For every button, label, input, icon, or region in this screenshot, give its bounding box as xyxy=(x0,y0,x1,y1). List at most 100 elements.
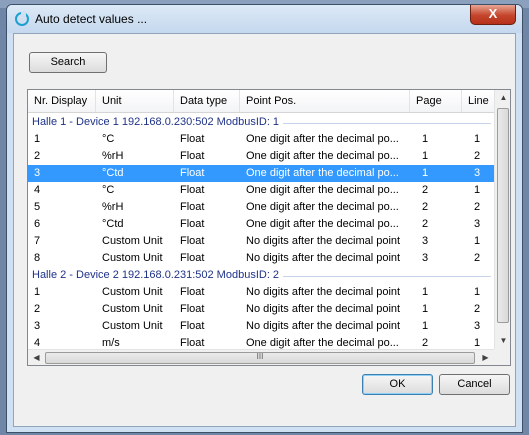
list-header: Nr. Display Unit Data type Point Pos. Pa… xyxy=(28,90,495,113)
cell-data-type: Float xyxy=(180,218,205,230)
cell-data-type: Float xyxy=(180,252,205,264)
cell-page: 1 xyxy=(422,286,429,298)
cell-data-type: Float xyxy=(180,286,205,298)
cell-nr-display: 8 xyxy=(34,252,41,264)
values-list[interactable]: Nr. Display Unit Data type Point Pos. Pa… xyxy=(27,89,511,366)
list-rows: Halle 1 - Device 1 192.168.0.230:502 Mod… xyxy=(28,114,495,352)
table-row[interactable]: 3 Custom Unit Float No digits after the dec… xyxy=(28,318,495,335)
cell-unit: Custom Unit xyxy=(102,252,163,264)
cell-page: 2 xyxy=(422,184,429,196)
cell-page: 1 xyxy=(422,133,429,145)
auto-detect-dialog: Auto detect values ... X Search Nr. Disp… xyxy=(6,4,523,433)
cell-unit: Custom Unit xyxy=(102,303,163,315)
cancel-button[interactable]: Cancel xyxy=(439,374,510,395)
cell-unit: °Ctd xyxy=(102,218,124,230)
cell-line: 3 xyxy=(474,218,481,230)
cell-unit: Custom Unit xyxy=(102,320,163,332)
cell-page: 1 xyxy=(422,320,429,332)
window-title: Auto detect values ... xyxy=(35,12,148,26)
cell-unit: Custom Unit xyxy=(102,235,163,247)
scrollbar-corner xyxy=(494,349,510,365)
cell-unit: °C xyxy=(102,133,115,145)
cell-line: 1 xyxy=(474,235,481,247)
close-button[interactable]: X xyxy=(470,5,516,25)
table-row[interactable]: 2 Custom Unit Float No digits after the dec… xyxy=(28,301,495,318)
column-header-point-pos[interactable]: Point Pos. xyxy=(240,90,410,112)
cell-unit: °Ctd xyxy=(102,167,124,179)
cell-line: 2 xyxy=(474,150,481,162)
cell-unit: %rH xyxy=(102,150,124,162)
column-header-nr-display[interactable]: Nr. Display xyxy=(28,90,96,112)
ok-button[interactable]: OK xyxy=(362,374,433,395)
cell-nr-display: 3 xyxy=(34,320,41,332)
dialog-client-area: Search Nr. Display Unit Data type Point … xyxy=(13,33,516,427)
cell-unit: Custom Unit xyxy=(102,286,163,298)
scroll-left-icon[interactable]: ◀ xyxy=(28,353,45,362)
cell-point-pos: One digit after the decimal po... xyxy=(246,218,399,230)
table-row[interactable]: 1 °C Float One digit after the decimal po..… xyxy=(28,131,495,148)
group-header[interactable]: Halle 1 - Device 1 192.168.0.230:502 Mod… xyxy=(28,114,495,131)
cell-point-pos: One digit after the decimal po... xyxy=(246,150,399,162)
search-button[interactable]: Search xyxy=(29,52,107,73)
title-bar[interactable]: Auto detect values ... X xyxy=(7,5,522,33)
group-label: Halle 1 - Device 1 192.168.0.230:502 Mod… xyxy=(32,116,284,128)
cell-line: 1 xyxy=(474,184,481,196)
app-icon xyxy=(15,11,29,26)
table-row[interactable]: 8 Custom Unit Float No digits after the dec… xyxy=(28,250,495,267)
vertical-scroll-thumb[interactable] xyxy=(497,108,509,323)
cell-data-type: Float xyxy=(180,167,205,179)
scroll-down-icon[interactable]: ▼ xyxy=(495,336,510,345)
table-row[interactable]: 4 °C Float One digit after the decimal po..… xyxy=(28,182,495,199)
cell-line: 2 xyxy=(474,252,481,264)
cell-page: 2 xyxy=(422,218,429,230)
table-row[interactable]: 2 %rH Float One digit after the decimal po.… xyxy=(28,148,495,165)
cell-point-pos: No digits after the decimal point xyxy=(246,252,401,264)
cell-nr-display: 5 xyxy=(34,201,41,213)
scroll-up-icon[interactable]: ▲ xyxy=(495,93,510,102)
cell-line: 2 xyxy=(474,201,481,213)
cell-nr-display: 6 xyxy=(34,218,41,230)
cell-data-type: Float xyxy=(180,303,205,315)
cell-nr-display: 7 xyxy=(34,235,41,247)
cell-data-type: Float xyxy=(180,320,205,332)
cell-unit: %rH xyxy=(102,201,124,213)
cell-line: 3 xyxy=(474,320,481,332)
cell-data-type: Float xyxy=(180,133,205,145)
cell-line: 1 xyxy=(474,286,481,298)
table-row[interactable]: 5 %rH Float One digit after the decimal po.… xyxy=(28,199,495,216)
column-header-page[interactable]: Page xyxy=(410,90,462,112)
cell-nr-display: 4 xyxy=(34,184,41,196)
column-header-data-type[interactable]: Data type xyxy=(174,90,240,112)
cell-page: 3 xyxy=(422,235,429,247)
horizontal-scroll-thumb[interactable]: III xyxy=(45,352,475,364)
cell-page: 1 xyxy=(422,303,429,315)
cell-page: 2 xyxy=(422,201,429,213)
cell-page: 3 xyxy=(422,252,429,264)
cell-line: 2 xyxy=(474,303,481,315)
cell-unit: °C xyxy=(102,184,115,196)
table-row[interactable]: 6 °Ctd Float One digit after the decimal po… xyxy=(28,216,495,233)
scroll-right-icon[interactable]: ▶ xyxy=(477,353,494,362)
cell-point-pos: No digits after the decimal point xyxy=(246,303,401,315)
cell-page: 1 xyxy=(422,150,429,162)
cell-nr-display: 3 xyxy=(34,167,41,179)
group-header[interactable]: Halle 2 - Device 2 192.168.0.231:502 Mod… xyxy=(28,267,495,284)
cell-data-type: Float xyxy=(180,235,205,247)
cell-point-pos: One digit after the decimal po... xyxy=(246,184,399,196)
cell-line: 1 xyxy=(474,133,481,145)
cell-point-pos: One digit after the decimal po... xyxy=(246,201,399,213)
horizontal-scrollbar[interactable]: ◀ III ▶ xyxy=(28,349,494,365)
table-row[interactable]: 1 Custom Unit Float No digits after the dec… xyxy=(28,284,495,301)
column-header-line[interactable]: Line xyxy=(462,90,495,112)
column-header-unit[interactable]: Unit xyxy=(96,90,174,112)
cell-point-pos: No digits after the decimal point xyxy=(246,320,401,332)
cell-nr-display: 1 xyxy=(34,286,41,298)
cell-line: 3 xyxy=(474,167,481,179)
table-row[interactable]: 3 °Ctd Float One digit after the decimal po… xyxy=(28,165,495,182)
vertical-scrollbar[interactable]: ▲ ▼ xyxy=(494,90,510,349)
cell-page: 1 xyxy=(422,167,429,179)
cell-point-pos: One digit after the decimal po... xyxy=(246,167,399,179)
table-row[interactable]: 7 Custom Unit Float No digits after the dec… xyxy=(28,233,495,250)
cell-point-pos: One digit after the decimal po... xyxy=(246,133,399,145)
cell-data-type: Float xyxy=(180,184,205,196)
